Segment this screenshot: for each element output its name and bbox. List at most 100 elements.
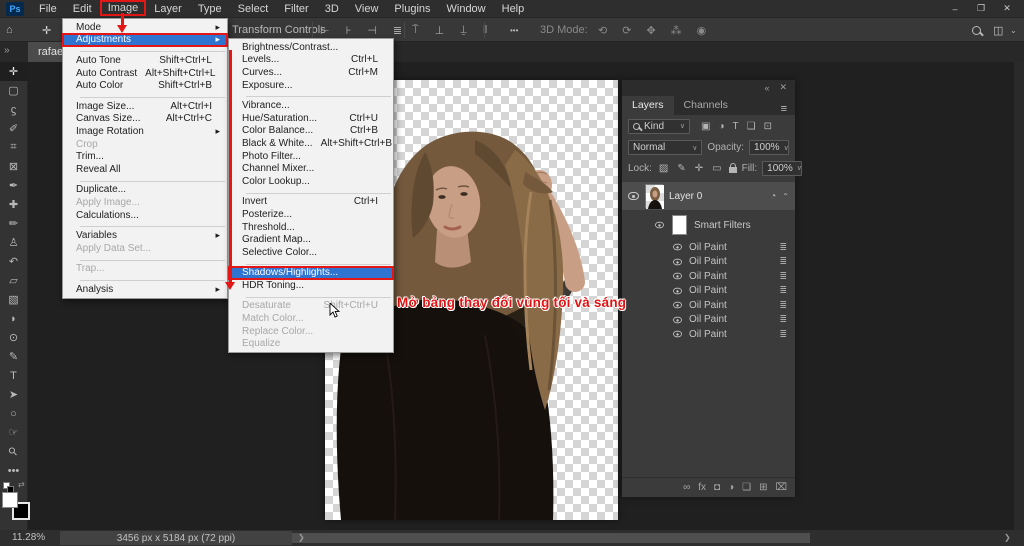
smart-filter-row[interactable]: Oil Paint ≣ [622, 240, 795, 255]
filter-blending-options-icon[interactable]: ≣ [779, 314, 787, 325]
opacity-field[interactable]: 100% ∨ [749, 140, 789, 155]
delete-layer-icon[interactable]: ⌧ [775, 482, 787, 493]
menu-item[interactable]: Brightness/Contrast... [229, 41, 393, 54]
filter-type-layers-icon[interactable]: T [731, 121, 741, 132]
smart-filter-badge-icon[interactable]: ◔ [770, 191, 776, 202]
menu-item[interactable] [229, 91, 393, 99]
menubar-item[interactable]: Plugins [386, 0, 438, 17]
align-top-edges-icon[interactable]: ⍑ [408, 24, 423, 37]
smart-filter-row[interactable]: Oil Paint ≣ [622, 255, 795, 270]
menu-item[interactable]: Match Color... [229, 312, 393, 325]
menu-item[interactable]: Image Size... Alt+Ctrl+I [63, 100, 227, 113]
visibility-eye-icon[interactable] [673, 331, 682, 338]
eraser-tool[interactable]: ▱ [0, 271, 28, 290]
menu-item[interactable]: Invert Ctrl+I [229, 196, 393, 209]
workspace-switcher-icon[interactable]: ◫ [993, 18, 1003, 42]
visibility-eye-icon[interactable] [673, 258, 682, 265]
dodge-tool[interactable]: ⊙ [0, 328, 28, 347]
menu-item[interactable]: Auto Color Shift+Ctrl+B [63, 79, 227, 92]
minimize-button[interactable]: – [942, 1, 968, 16]
menu-item[interactable]: Posterize... [229, 208, 393, 221]
menubar-item[interactable]: Layer [146, 0, 190, 17]
visibility-eye-icon[interactable] [673, 244, 682, 251]
link-layers-icon[interactable]: ∞ [683, 482, 690, 493]
clone-stamp-tool[interactable]: ♙ [0, 233, 28, 252]
filter-blending-options-icon[interactable]: ≣ [779, 242, 787, 253]
menu-item[interactable]: Variables [63, 229, 227, 242]
menu-item[interactable] [63, 255, 227, 263]
menubar-item[interactable]: Window [439, 0, 494, 17]
menu-item[interactable]: Auto Tone Shift+Ctrl+L [63, 54, 227, 67]
visibility-eye-icon[interactable] [628, 192, 639, 200]
vertical-scrollbar[interactable] [1014, 62, 1024, 530]
menu-item[interactable]: Apply Image... [63, 196, 227, 209]
chevron-right-icon[interactable]: ❯ [298, 533, 305, 542]
adjustment-layer-icon[interactable]: ◑ [728, 482, 734, 493]
visibility-eye-icon[interactable] [673, 302, 682, 309]
brush-tool[interactable]: ✏ [0, 214, 28, 233]
gradient-tool[interactable]: ▧ [0, 290, 28, 309]
menubar-item[interactable]: Type [190, 0, 230, 17]
menu-item[interactable]: Levels... Ctrl+L [229, 54, 393, 67]
menu-item[interactable]: Equalize [229, 337, 393, 350]
align-horizontal-centers-icon[interactable]: ⊦ [342, 24, 356, 37]
menu-item[interactable]: Duplicate... [63, 184, 227, 197]
menu-item[interactable]: Calculations... [63, 209, 227, 222]
edit-toolbar-icon[interactable]: ••• [0, 461, 28, 480]
search-icon[interactable] [972, 18, 981, 42]
menu-item[interactable]: Mode [63, 21, 227, 34]
3d-roll-icon[interactable]: ⟳ [618, 24, 635, 37]
align-vertical-centers-icon[interactable]: ⊥ [431, 24, 449, 37]
menu-item[interactable]: Black & White... Alt+Shift+Ctrl+B [229, 137, 393, 150]
menu-item[interactable]: Vibrance... [229, 99, 393, 112]
menu-item[interactable]: Apply Data Set... [63, 242, 227, 255]
layer-row-selected[interactable]: Layer 0 ◔ ⌃ [622, 182, 795, 210]
menu-item[interactable]: Exposure... [229, 79, 393, 92]
menu-item[interactable]: Trap... [63, 263, 227, 276]
menu-item[interactable] [63, 176, 227, 184]
layer-name[interactable]: Layer 0 [669, 191, 702, 202]
spot-healing-brush-tool[interactable]: ✚ [0, 195, 28, 214]
menubar-item[interactable]: 3D [317, 0, 347, 17]
align-left-edges-icon[interactable]: ⊢ [316, 24, 334, 37]
menu-item[interactable]: Reveal All [63, 163, 227, 176]
restore-button[interactable]: ❐ [968, 1, 994, 16]
type-tool[interactable]: T [0, 366, 28, 385]
kind-filter-dropdown[interactable]: Kind ∨ [628, 118, 690, 134]
menu-item[interactable]: Selective Color... [229, 246, 393, 259]
menubar-item[interactable]: Filter [276, 0, 316, 17]
lock-all-icon[interactable] [728, 162, 737, 173]
panel-tab[interactable]: Layers [622, 96, 674, 115]
menu-item[interactable]: Adjustments [62, 32, 228, 48]
rectangular-marquee-tool[interactable]: ▢ [0, 81, 28, 100]
history-brush-tool[interactable]: ↶ [0, 252, 28, 271]
menu-item[interactable] [63, 46, 227, 54]
menu-item[interactable] [63, 275, 227, 283]
pen-tool[interactable]: ✎ [0, 347, 28, 366]
panel-menu-icon[interactable]: ≡ [773, 103, 795, 115]
lasso-tool[interactable]: ϛ [0, 100, 28, 119]
filter-mask-thumbnail[interactable] [672, 215, 687, 235]
smart-filter-row[interactable]: Oil Paint ≣ [622, 327, 795, 342]
layer-thumbnail[interactable] [645, 184, 664, 209]
eyedropper-tool[interactable]: ✒ [0, 176, 28, 195]
menu-item[interactable]: Color Lookup... [229, 175, 393, 188]
menu-item[interactable]: HDR Toning... [229, 279, 393, 292]
menu-item[interactable] [63, 92, 227, 100]
menu-item[interactable]: Image Rotation [63, 125, 227, 138]
layer-effects-icon[interactable]: fx [698, 482, 706, 493]
collapse-effects-icon[interactable]: ⌃ [782, 192, 789, 201]
menu-item[interactable]: Curves... Ctrl+M [229, 66, 393, 79]
crop-tool[interactable]: ⌗ [0, 138, 28, 157]
lock-transparent-pixels-icon[interactable]: ▨ [657, 163, 670, 174]
filter-blending-options-icon[interactable]: ≣ [779, 285, 787, 296]
quick-selection-tool[interactable]: ✐ [0, 119, 28, 138]
zoom-level-field[interactable]: 11.28% [12, 532, 45, 543]
smart-filters-row[interactable]: Smart Filters [622, 210, 795, 240]
menubar-item[interactable]: View [347, 0, 387, 17]
menu-item[interactable]: Auto Contrast Alt+Shift+Ctrl+L [63, 67, 227, 80]
3d-camera-icon[interactable]: ◉ [693, 24, 711, 37]
smart-filter-row[interactable]: Oil Paint ≣ [622, 269, 795, 284]
home-icon[interactable]: ⌂ [6, 18, 13, 42]
smart-filter-row[interactable]: Oil Paint ≣ [622, 284, 795, 299]
